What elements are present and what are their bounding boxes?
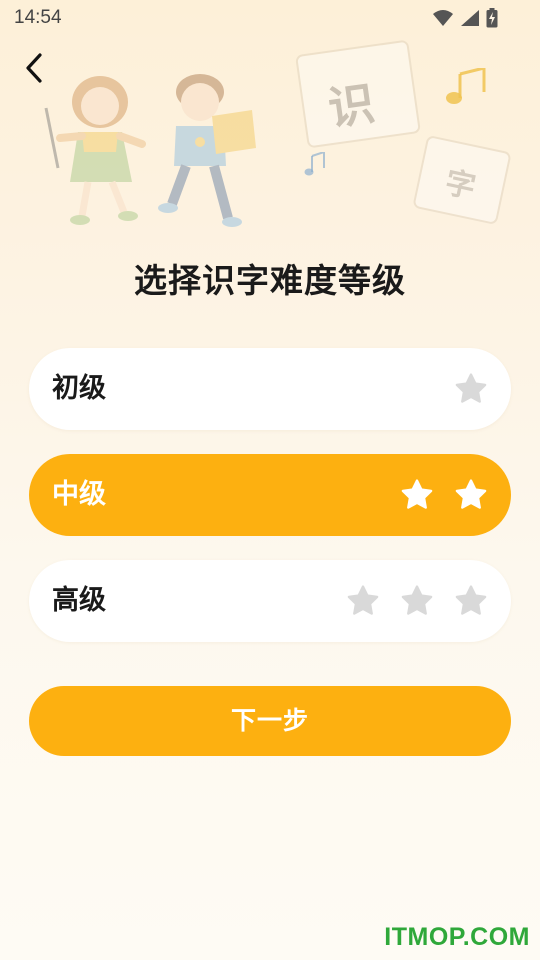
star-icon [401, 479, 433, 509]
difficulty-stars [346, 584, 488, 618]
difficulty-stars [454, 372, 488, 406]
chevron-left-icon [26, 53, 42, 83]
banner-character-shi: 识 [324, 76, 378, 136]
status-time: 14:54 [14, 7, 62, 28]
watermark: ITMOP.COM [384, 923, 530, 951]
level-option-beginner[interactable]: 初级 [29, 348, 511, 430]
star-icon [455, 479, 487, 509]
difficulty-stars [400, 478, 488, 512]
cellular-signal-icon [461, 10, 479, 26]
level-label: 中级 [52, 479, 106, 510]
star-icon [401, 585, 433, 615]
level-label: 高级 [52, 585, 106, 616]
level-option-intermediate[interactable]: 中级 [29, 454, 511, 536]
star-icon [347, 585, 379, 615]
next-step-button[interactable]: 下一步 [29, 686, 511, 756]
header-illustration: 识 字 [0, 40, 540, 230]
wifi-icon [433, 10, 453, 26]
back-button[interactable] [14, 46, 54, 90]
star-icon [455, 585, 487, 615]
star-icon [455, 373, 487, 403]
level-label: 初级 [52, 373, 106, 404]
status-icons [432, 8, 498, 28]
status-bar: 14:54 [0, 0, 540, 36]
battery-charging-icon [486, 8, 498, 28]
level-option-advanced[interactable]: 高级 [29, 560, 511, 642]
small-music-note-icon [304, 152, 325, 176]
music-note-icon [446, 68, 486, 104]
page-title: 选择识字难度等级 [134, 261, 406, 300]
